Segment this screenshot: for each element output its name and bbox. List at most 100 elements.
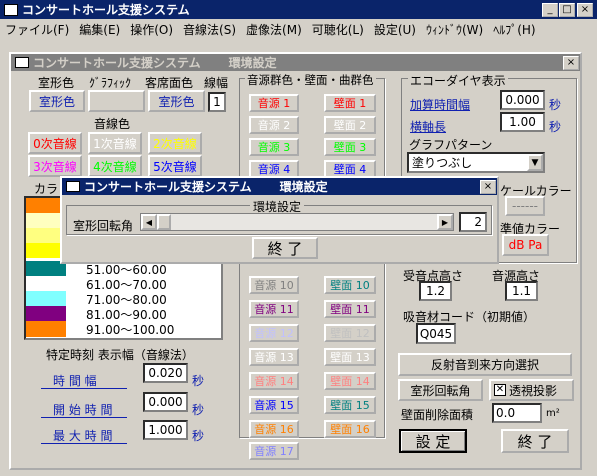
source-button[interactable]: 音源 2	[249, 116, 299, 134]
menu-settings[interactable]: 設定(U)	[369, 21, 421, 38]
ref-color-button[interactable]: dB Pa	[502, 234, 549, 256]
source-button[interactable]: 音源 17	[249, 442, 299, 460]
source-button[interactable]: 音源 15	[249, 396, 299, 414]
rotate-button[interactable]: 室形回転角	[398, 379, 483, 401]
axis-field[interactable]: 1.00	[500, 112, 545, 132]
wall-button[interactable]: 壁面 14	[324, 372, 376, 390]
color-scale-heading: カラ	[34, 182, 59, 196]
max-time-underline	[41, 443, 127, 444]
perspective-label: 透視投影	[509, 383, 558, 398]
wall-button[interactable]: 壁面 13	[324, 348, 376, 366]
env-app-title: コンサートホール支援システム	[33, 56, 201, 70]
dialog-title: 環境設定	[279, 180, 328, 194]
source-button[interactable]: 音源 13	[249, 348, 299, 366]
ray-4-button[interactable]: 4次音線	[88, 155, 142, 177]
ray-5-button[interactable]: 5次音線	[148, 155, 202, 177]
rotation-dialog: コンサートホール支援システム 環境設定 × 環境設定 室形回転角 ◀ ▶ 2 終…	[60, 176, 499, 264]
menu-image[interactable]: 虚像法(M)	[241, 21, 307, 38]
source-button[interactable]: 音源 16	[249, 420, 299, 438]
env-close-button[interactable]: ×	[563, 56, 579, 70]
wall-button[interactable]: 壁面 10	[324, 276, 376, 294]
env-title: 環境設定	[228, 56, 277, 70]
source-button[interactable]: 音源 14	[249, 372, 299, 390]
receiver-height-field[interactable]: 1.2	[419, 281, 452, 301]
start-time-label: 開 始 時 間	[53, 403, 113, 417]
wall-delete-label: 壁面削除面積	[401, 408, 474, 422]
wall-delete-field[interactable]: 0.0	[492, 403, 542, 423]
scale-swatch	[26, 291, 66, 306]
menu-window[interactable]: ｳｨﾝﾄﾞｳ(W)	[421, 21, 488, 38]
menu-bar: ファイル(F) 編集(E) 操作(O) 音線法(S) 虚像法(M) 可聴化(L)…	[0, 20, 597, 39]
slider-right-arrow-icon[interactable]: ▶	[437, 214, 453, 230]
wall-button[interactable]: 壁面 15	[324, 396, 376, 414]
ray-0-button[interactable]: 0次音線	[28, 132, 82, 154]
wall-button[interactable]: 壁面 1	[324, 94, 376, 112]
source-button[interactable]: 音源 11	[249, 300, 299, 318]
menu-ray[interactable]: 音線法(S)	[178, 21, 241, 38]
scale-color-button[interactable]: ------	[505, 196, 545, 216]
scale-swatch	[26, 276, 66, 291]
perspective-checkbox-wrap[interactable]: ✕ 透視投影	[489, 379, 574, 401]
scale-range: 91.00～100.00	[86, 323, 175, 337]
ray-2-button[interactable]: 2次音線	[148, 132, 202, 154]
absorb-field[interactable]: Q045	[416, 323, 456, 344]
env-app-icon	[15, 57, 29, 68]
dialog-app-title: コンサートホール支援システム	[84, 180, 252, 194]
wall-button[interactable]: 壁面 2	[324, 116, 376, 134]
max-time-label: 最 大 時 間	[53, 429, 113, 443]
audience-color-heading: 客席面色	[145, 76, 194, 90]
scale-swatch	[26, 306, 66, 321]
line-width-field[interactable]: 1	[208, 92, 226, 112]
maximize-button[interactable]: □	[559, 3, 575, 17]
time-width-field[interactable]: 0.020	[143, 363, 188, 383]
rotation-slider[interactable]: ◀ ▶	[140, 213, 454, 231]
graph-pattern-label: グラフパターン	[409, 138, 493, 152]
perspective-checkbox[interactable]: ✕	[494, 384, 506, 396]
dialog-close-button[interactable]: ×	[480, 180, 496, 194]
audience-color-button[interactable]: 室形色	[148, 90, 205, 112]
graph-pattern-select[interactable]: 塗りつぶし	[407, 152, 545, 173]
ray-3-button[interactable]: 3次音線	[28, 155, 82, 177]
set-button[interactable]: 設 定	[399, 429, 467, 453]
time-heading: 特定時刻 表示幅（音線法）	[46, 348, 194, 362]
room-color-heading: 室形色	[38, 76, 75, 90]
max-time-field[interactable]: 1.000	[143, 420, 188, 440]
menu-help[interactable]: ﾍﾙﾌﾟ(H)	[488, 21, 540, 38]
interval-field[interactable]: 0.000	[500, 90, 545, 110]
sec-unit: 秒	[192, 374, 205, 388]
source-button[interactable]: 音源 1	[249, 94, 299, 112]
rotation-label: 室形回転角	[73, 219, 134, 233]
dialog-end-button[interactable]: 終 了	[252, 237, 318, 259]
ray-color-heading: 音線色	[94, 117, 131, 131]
source-button[interactable]: 音源 3	[249, 138, 299, 156]
env-end-button[interactable]: 終 了	[501, 429, 569, 453]
menu-file[interactable]: ファイル(F)	[0, 21, 74, 38]
slider-thumb[interactable]	[157, 214, 171, 230]
reflection-select-button[interactable]: 反射音到来方向選択	[398, 353, 572, 376]
dropdown-arrow-icon[interactable]: ▼	[527, 154, 543, 171]
graphic-button[interactable]	[88, 90, 145, 112]
dialog-titlebar: コンサートホール支援システム 環境設定	[62, 178, 497, 195]
ray-1-button[interactable]: 1次音線	[88, 132, 142, 154]
menu-audio[interactable]: 可聴化(L)	[307, 21, 369, 38]
start-time-field[interactable]: 0.000	[143, 392, 188, 412]
env-titlebar: コンサートホール支援システム 環境設定	[11, 54, 580, 71]
room-color-button[interactable]: 室形色	[29, 90, 85, 112]
source-button[interactable]: 音源 10	[249, 276, 299, 294]
wall-button[interactable]: 壁面 3	[324, 138, 376, 156]
wall-button[interactable]: 壁面 12	[324, 324, 376, 342]
minimize-button[interactable]: _	[542, 3, 558, 17]
slider-left-arrow-icon[interactable]: ◀	[141, 214, 157, 230]
menu-edit[interactable]: 編集(E)	[74, 21, 125, 38]
wall-button[interactable]: 壁面 16	[324, 420, 376, 438]
source-button[interactable]: 音源 12	[249, 324, 299, 342]
source-height-field[interactable]: 1.1	[505, 281, 538, 301]
wall-button[interactable]: 壁面 11	[324, 300, 376, 318]
interval-label: 加算時間幅	[410, 98, 471, 112]
sec-unit: 秒	[549, 98, 562, 112]
menu-operate[interactable]: 操作(O)	[125, 21, 178, 38]
app-icon	[4, 3, 18, 16]
echo-heading: エコーダイヤ表示	[408, 72, 508, 89]
close-button[interactable]: ×	[577, 3, 593, 17]
rotation-value-field[interactable]: 2	[459, 212, 487, 232]
